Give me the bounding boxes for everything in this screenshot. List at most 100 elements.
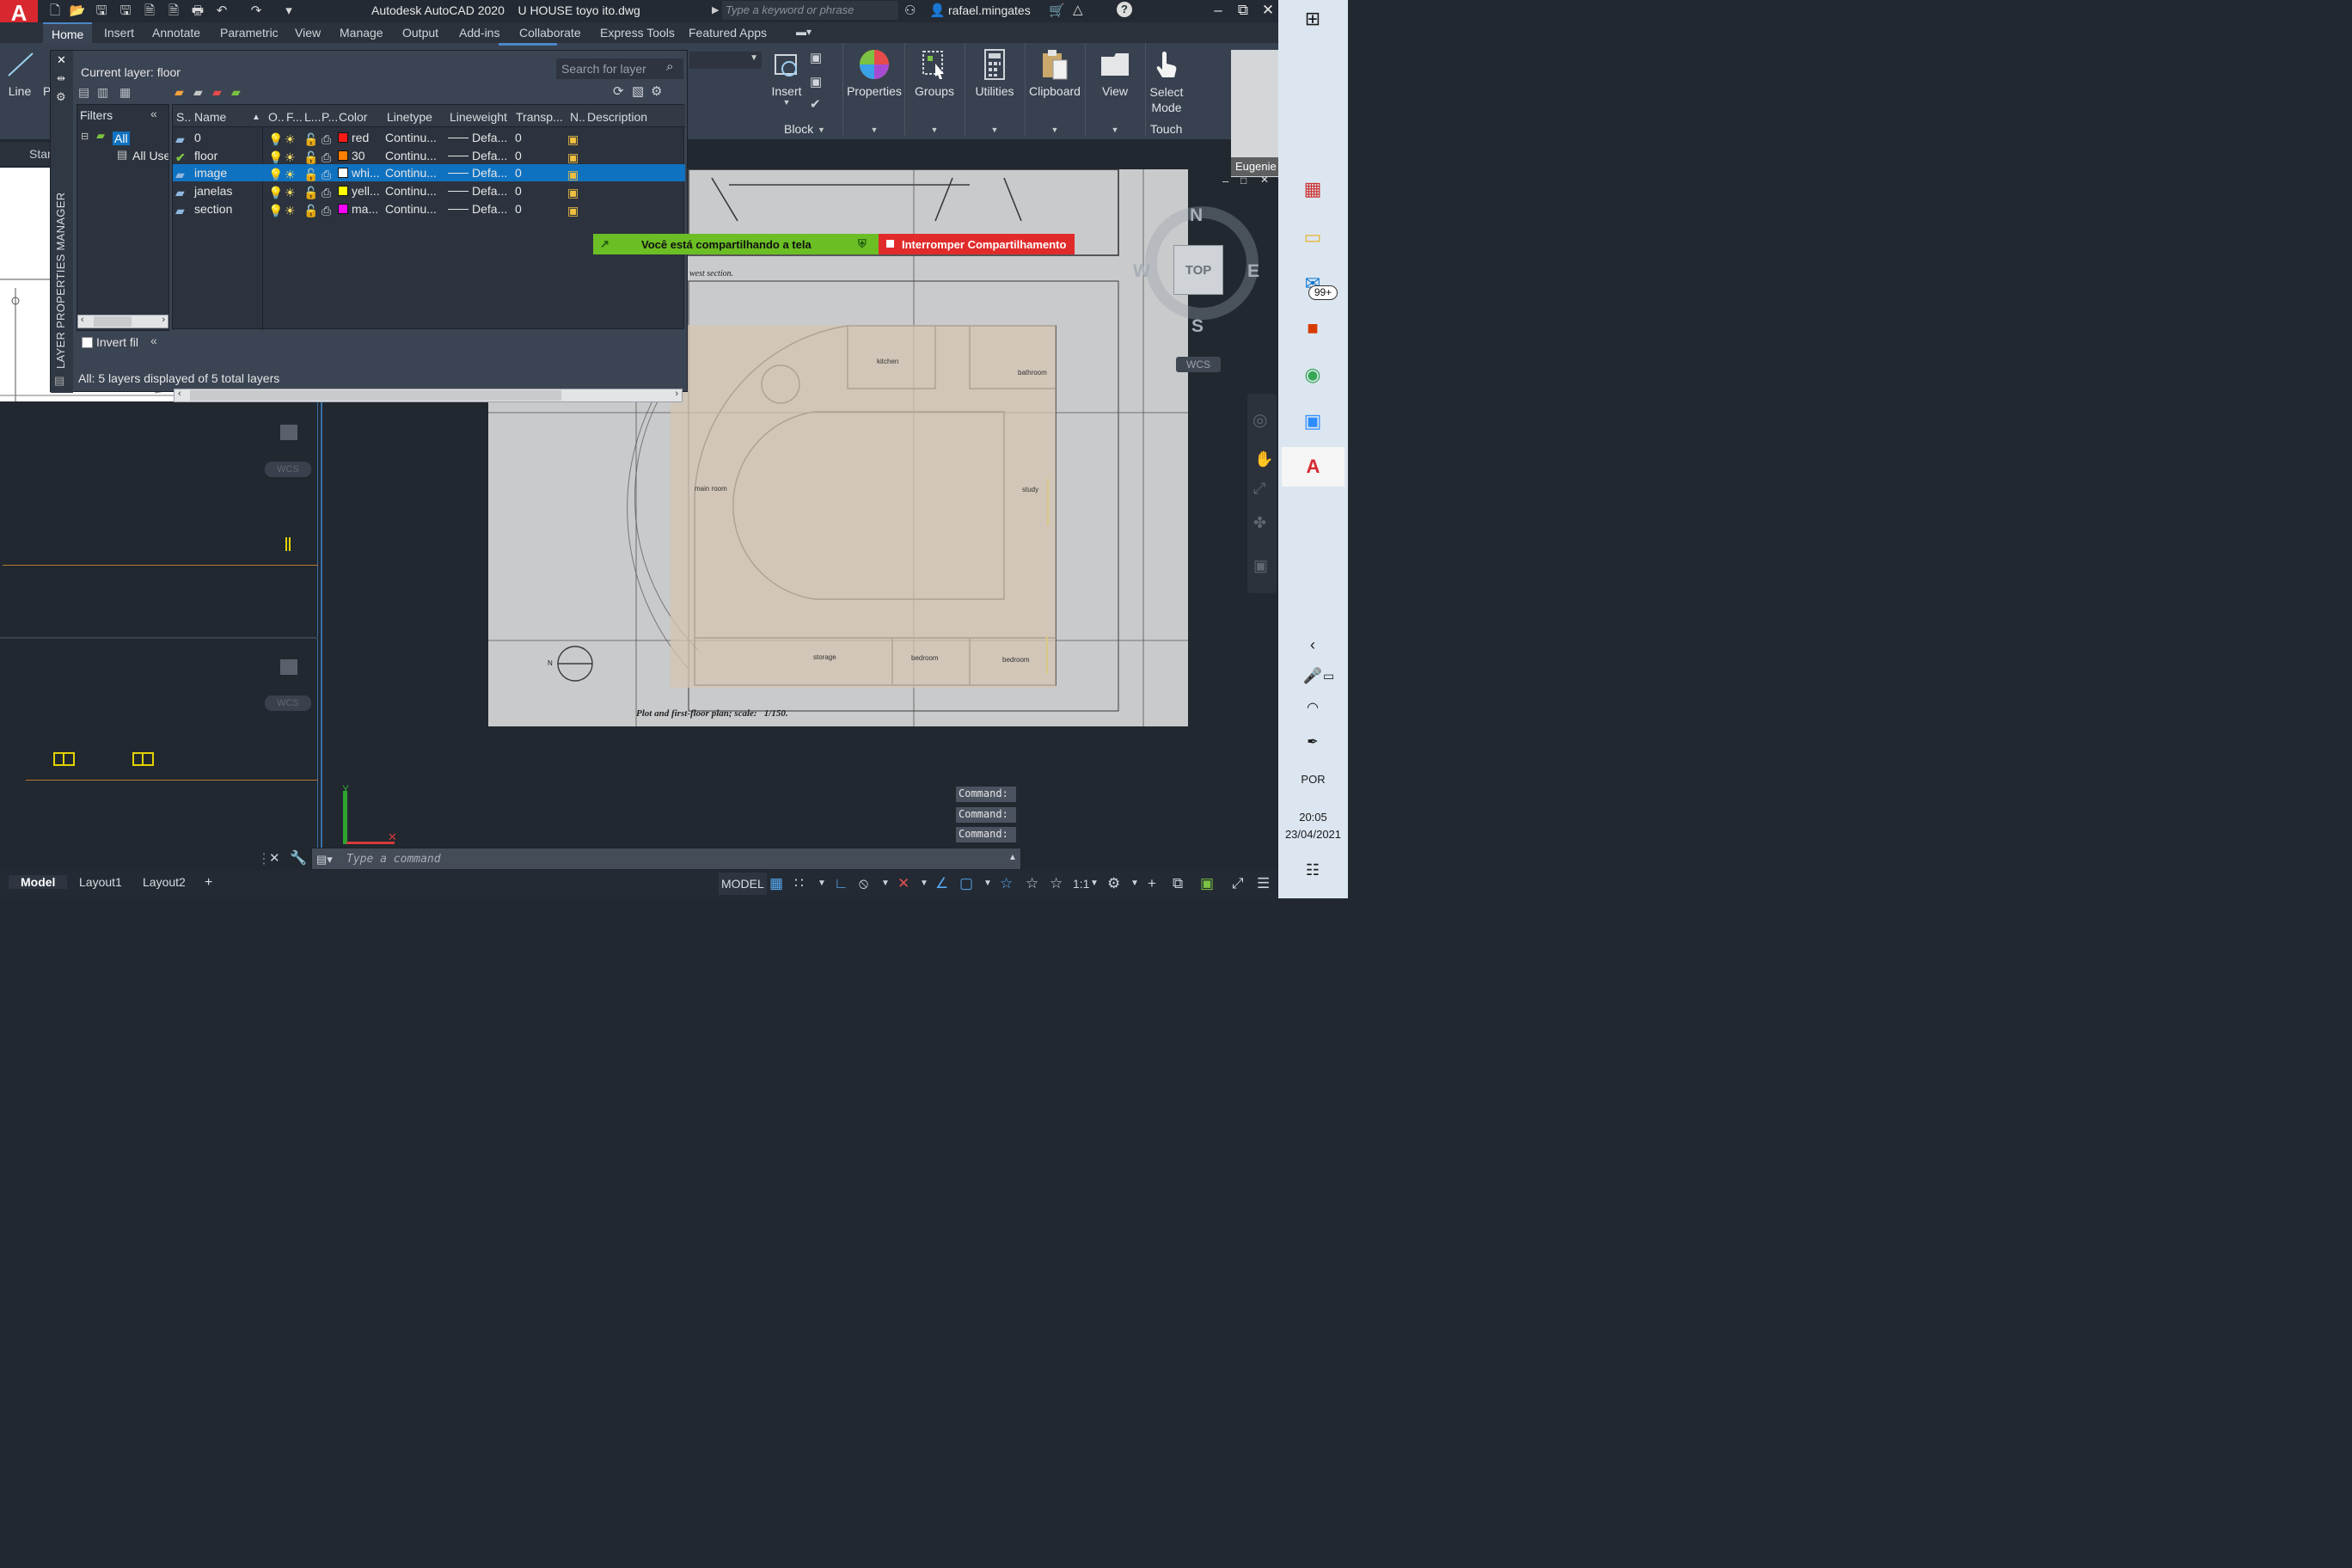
view-cube-mini-icon[interactable] bbox=[280, 425, 297, 440]
close-icon[interactable]: ✕ bbox=[1259, 2, 1277, 19]
snap-icon[interactable]: ∷ bbox=[794, 875, 804, 892]
edit-block-icon[interactable]: ▣ bbox=[810, 74, 822, 89]
layer-row[interactable]: ▰ janelas 💡 ☀ 🔓 ⎙ yell... Continu... Defa... 0 ▣ bbox=[173, 182, 685, 199]
ribbon-toggle-icon[interactable]: ▬▾ bbox=[796, 26, 812, 38]
object-snap-icon[interactable]: ▢ bbox=[959, 875, 973, 892]
delete-layer-icon[interactable]: ▰ bbox=[212, 85, 222, 100]
col-transparency[interactable]: Transp... bbox=[516, 110, 563, 124]
layer-grid-hscrollbar[interactable]: ‹ › bbox=[174, 389, 683, 402]
wcs-mini-badge[interactable]: WCS bbox=[265, 462, 311, 477]
customize-statusbar-icon[interactable]: ☰ bbox=[1257, 875, 1270, 892]
layer-row[interactable]: ▰ section 💡 ☀ 🔓 ⎙ ma... Continu... Defa... 0 ▣ bbox=[173, 200, 685, 217]
layer-row[interactable]: ▰ 0 💡 ☀ 🔓 ⎙ red Continu... Defa... 0 ▣ bbox=[173, 129, 685, 146]
tab-home[interactable]: Home bbox=[43, 22, 93, 43]
office-icon[interactable]: ■ bbox=[1295, 311, 1330, 346]
new-group-filter-icon[interactable]: ▥ bbox=[97, 85, 108, 100]
layer-color-swatch[interactable] bbox=[338, 203, 348, 214]
edit-attributes-icon[interactable]: ✔ bbox=[810, 96, 821, 112]
groups-panel[interactable]: Groups ▼ bbox=[906, 43, 963, 138]
viewcube-top-face[interactable]: TOP bbox=[1173, 245, 1223, 295]
col-name[interactable]: Name bbox=[194, 110, 226, 124]
compass-south[interactable]: S bbox=[1191, 316, 1204, 337]
collapse-invert-icon[interactable]: « bbox=[150, 334, 157, 347]
col-on[interactable]: O.. bbox=[268, 110, 285, 124]
block-panel-dropdown-icon[interactable]: ▼ bbox=[818, 126, 825, 134]
tab-add-ins[interactable]: Add-ins bbox=[459, 26, 499, 40]
create-block-icon[interactable]: ▣ bbox=[810, 50, 822, 65]
help-icon[interactable]: ? bbox=[1117, 2, 1132, 17]
showmotion-icon[interactable]: ▣ bbox=[1253, 557, 1268, 575]
set-current-layer-icon[interactable]: ▰ bbox=[231, 85, 241, 100]
col-description[interactable]: Description bbox=[587, 110, 647, 124]
qat-customize-icon[interactable]: ▾ bbox=[280, 3, 297, 20]
clipboard-panel[interactable]: Clipboard ▼ bbox=[1026, 43, 1083, 138]
palette-close-icon[interactable]: ✕ bbox=[57, 53, 66, 67]
annotation-monitor-icon[interactable]: + bbox=[1148, 875, 1156, 892]
layer-states-manager-icon[interactable]: ▦ bbox=[119, 85, 131, 100]
user-icon[interactable]: 👤 bbox=[929, 3, 946, 18]
file-explorer-icon[interactable]: ▭ bbox=[1295, 220, 1330, 254]
store-icon[interactable]: ▦ bbox=[1295, 172, 1330, 206]
compass-north[interactable]: N bbox=[1190, 205, 1203, 226]
open-web-icon[interactable]: 🗎 bbox=[141, 3, 158, 20]
binoculars-icon[interactable]: ⚇ bbox=[904, 3, 916, 18]
col-plot[interactable]: P... bbox=[322, 110, 338, 124]
stop-sharing-button[interactable]: Interromper Compartilhamento bbox=[879, 234, 1075, 254]
utilities-panel[interactable]: Utilities ▼ bbox=[966, 43, 1023, 138]
tab-express-tools[interactable]: Express Tools bbox=[600, 26, 675, 40]
zoom-extents-icon[interactable]: ⤢ bbox=[1253, 480, 1265, 498]
help-search-input[interactable]: Type a keyword or phrase bbox=[722, 1, 898, 20]
snap-dropdown-icon[interactable]: ▼ bbox=[818, 879, 826, 888]
col-color[interactable]: Color bbox=[339, 110, 367, 124]
new-property-filter-icon[interactable]: ▤ bbox=[78, 85, 89, 100]
show-hidden-icons[interactable]: ‹ bbox=[1295, 628, 1330, 662]
command-customize-icon[interactable]: 🔧 bbox=[290, 849, 307, 867]
tree-collapse-icon[interactable]: ⊟ bbox=[81, 131, 89, 142]
col-linetype[interactable]: Linetype bbox=[387, 110, 432, 124]
osnap-dropdown-icon[interactable]: ▼ bbox=[983, 879, 992, 888]
layer-color-swatch[interactable] bbox=[338, 150, 348, 161]
save-icon[interactable]: 🖫 bbox=[93, 3, 110, 20]
auto-scale-icon[interactable]: ☆ bbox=[1026, 875, 1038, 892]
refresh-icon[interactable]: ⟳ bbox=[613, 83, 624, 99]
user-name[interactable]: rafael.mingates bbox=[948, 3, 1031, 17]
object-snap-tracking-icon[interactable]: ∠ bbox=[935, 875, 948, 892]
annotation-visibility-icon[interactable]: ☆ bbox=[1000, 875, 1013, 892]
tab-view[interactable]: View bbox=[295, 26, 321, 40]
save-as-icon[interactable]: 🖫 bbox=[117, 3, 134, 20]
plot-icon[interactable]: 🖶 bbox=[189, 3, 206, 20]
tab-parametric[interactable]: Parametric bbox=[220, 26, 279, 40]
block-panel-label[interactable]: Block bbox=[784, 122, 813, 136]
ortho-icon[interactable]: ∟ bbox=[834, 875, 848, 892]
annotation-scale-icon[interactable]: ☆ bbox=[1050, 875, 1063, 892]
add-layout-icon[interactable]: + bbox=[205, 875, 212, 891]
tab-annotate[interactable]: Annotate bbox=[152, 26, 200, 40]
command-prompt-icon[interactable]: ▤▾ bbox=[316, 853, 333, 867]
steering-wheel-icon[interactable]: ◎ bbox=[1253, 409, 1267, 431]
compass-east[interactable]: E bbox=[1247, 261, 1259, 282]
units-icon[interactable]: ⧉ bbox=[1173, 875, 1183, 892]
polar-tracking-icon[interactable]: ⦸ bbox=[859, 875, 868, 892]
col-status[interactable]: S.. bbox=[176, 110, 191, 124]
start-tab[interactable]: Star bbox=[0, 142, 52, 166]
clock-date[interactable]: 23/04/2021 bbox=[1278, 828, 1348, 841]
layer-translate-icon[interactable]: ▧ bbox=[632, 83, 644, 99]
layer-search-input[interactable]: Search for layer ⌕ bbox=[556, 58, 683, 79]
undo-icon[interactable]: ↶ bbox=[213, 3, 230, 20]
collapse-filters-icon[interactable]: « bbox=[150, 107, 157, 120]
isodraft-dropdown-icon[interactable]: ▼ bbox=[920, 879, 928, 888]
view-cube-mini-icon[interactable] bbox=[280, 659, 297, 675]
clock-time[interactable]: 20:05 bbox=[1278, 811, 1348, 824]
new-layer-vp-frozen-icon[interactable]: ▰ bbox=[193, 85, 203, 100]
polar-dropdown-icon[interactable]: ▼ bbox=[881, 879, 890, 888]
palette-title-strip[interactable]: ✕ ⇹ ⚙ LAYER PROPERTIES MANAGER ▤ bbox=[51, 51, 73, 393]
wcs-dropdown[interactable]: WCS bbox=[1176, 357, 1221, 372]
palette-settings-icon[interactable]: ⚙ bbox=[56, 90, 66, 104]
tab-insert[interactable]: Insert bbox=[104, 26, 134, 40]
pan-icon[interactable]: ✋ bbox=[1254, 450, 1273, 469]
layer-color-swatch[interactable] bbox=[338, 186, 348, 197]
col-lineweight[interactable]: Lineweight bbox=[450, 110, 507, 124]
tab-model[interactable]: Model bbox=[9, 875, 68, 889]
col-freeze[interactable]: F... bbox=[286, 110, 303, 124]
grid-icon[interactable]: ▦ bbox=[769, 875, 783, 892]
